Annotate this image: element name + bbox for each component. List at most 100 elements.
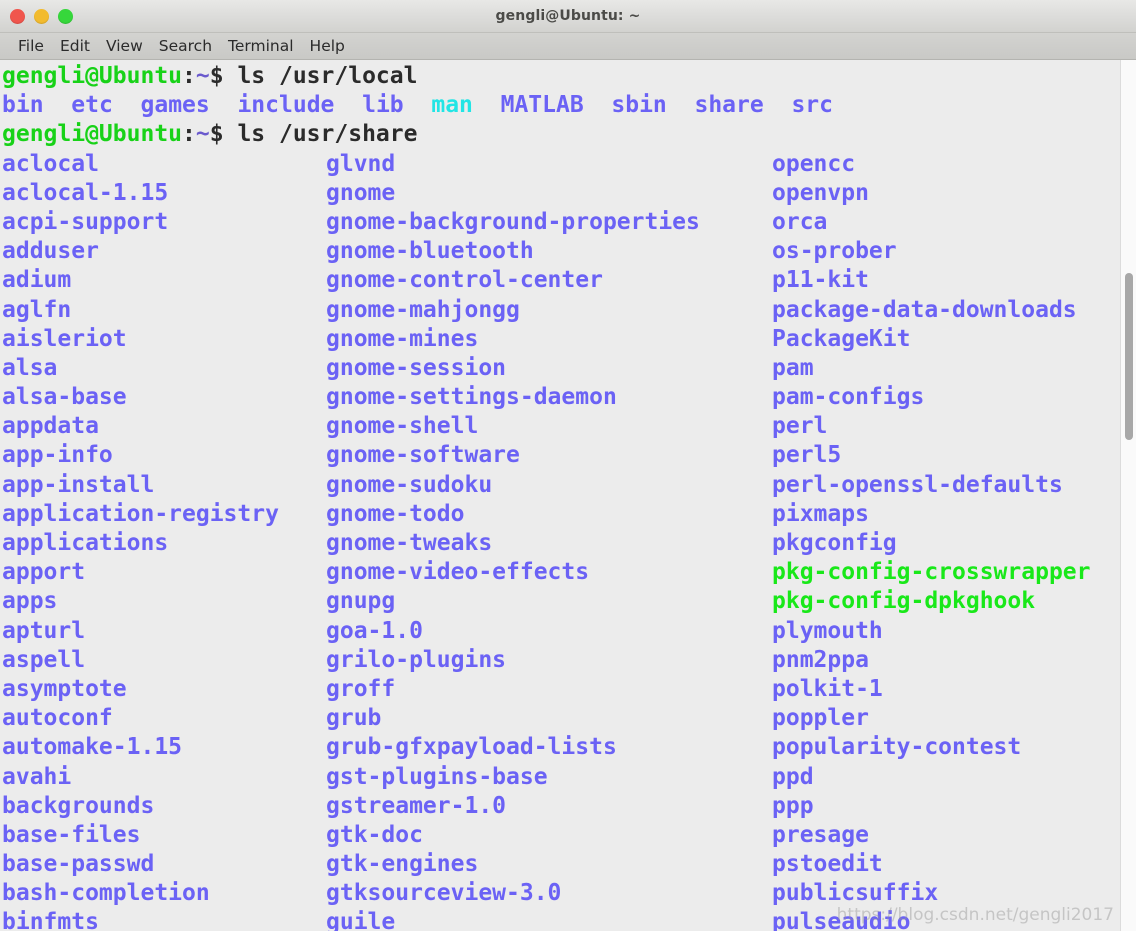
menu-item-edit[interactable]: Edit	[52, 33, 98, 59]
ls-entry: src	[791, 92, 833, 119]
ls-entry: acpi-support	[2, 208, 169, 235]
ls-entry: gnome	[326, 179, 396, 206]
ls-entry: perl	[772, 413, 828, 440]
ls-row: acpi-support gnome-background-properties o…	[2, 208, 1122, 237]
ls-entry: lib	[362, 92, 404, 119]
ls-entry: orca	[772, 208, 828, 235]
ls-entry: pnm2ppa	[772, 646, 869, 673]
prompt-dollar: $	[209, 63, 224, 89]
prompt-colon: :	[182, 63, 196, 89]
menu-item-file[interactable]: File	[10, 33, 52, 59]
ls-entry: aclocal-1.15	[2, 179, 169, 206]
ls-entry: app-install	[2, 471, 155, 498]
ls-entry: polkit-1	[772, 675, 883, 702]
ls-entry: pam-configs	[772, 384, 925, 411]
vertical-scrollbar[interactable]	[1120, 60, 1136, 931]
ls-entry: glvnd	[326, 150, 396, 177]
ls-row: apport gnome-video-effects pkg-config-cros…	[2, 558, 1122, 587]
ls-entry: grub	[326, 705, 382, 732]
ls-entry: apps	[2, 588, 58, 615]
prompt-user-host: gengli@Ubuntu	[2, 63, 183, 89]
ls-entry: base-passwd	[2, 851, 155, 878]
ls-entry: gnome-software	[326, 442, 520, 469]
ls-entry: gnome-mines	[326, 325, 479, 352]
ls-entry: pkg-config-dpkghook	[772, 588, 1036, 615]
menu-item-view[interactable]: View	[98, 33, 151, 59]
ls-entry-gap	[113, 92, 141, 118]
ls-entry: alsa-base	[2, 384, 127, 411]
ls-entry: binfmts	[2, 909, 99, 931]
ls-entry: gnome-tweaks	[326, 530, 493, 556]
ls-entry: apturl	[2, 617, 86, 644]
ls-entry: pulseaudio	[772, 909, 911, 931]
scrollbar-thumb[interactable]	[1125, 273, 1133, 440]
prompt-line-2: gengli@Ubuntu:~$ ls /usr/share	[2, 120, 1122, 149]
ls-entry: applications	[2, 530, 169, 556]
ls-row: aisleriot gnome-mines PackageKit	[2, 325, 1122, 354]
ls-row: aspell grilo-plugins pnm2ppa	[2, 646, 1122, 675]
ls-row: apps gnupg pkg-config-dpkghook	[2, 587, 1122, 616]
ls-entry: adduser	[2, 238, 99, 265]
prompt-line-1: gengli@Ubuntu:~$ ls /usr/local	[2, 62, 1122, 91]
ls-entry: base-files	[2, 821, 141, 848]
ls-entry-gap	[667, 92, 695, 118]
ls-entry: gnome-video-effects	[326, 559, 590, 586]
ls-entry-gap	[404, 92, 432, 118]
ls-entry: grub-gfxpayload-lists	[326, 734, 617, 761]
ls-row: bash-completion gtksourceview-3.0 publicsu…	[2, 879, 1122, 908]
menu-item-help[interactable]: Help	[302, 33, 353, 59]
ls-row: apturl goa-1.0 plymouth	[2, 617, 1122, 646]
ls-entry: p11-kit	[772, 267, 869, 294]
ls-entry: autoconf	[2, 705, 113, 732]
command-text-1: ls /usr/local	[223, 63, 418, 89]
ls-entry: bin	[2, 92, 44, 119]
ls-entry: aclocal	[2, 150, 99, 177]
terminal-window: gengli@Ubuntu: ~ File Edit View Search T…	[0, 0, 1136, 931]
ls-entry-gap	[334, 92, 362, 118]
ls-entry: groff	[326, 675, 396, 702]
ls-row: backgrounds gstreamer-1.0 ppp	[2, 792, 1122, 821]
ls-entry: app-info	[2, 442, 113, 469]
ls-entry: perl5	[772, 442, 842, 469]
ls-entry: share	[694, 92, 764, 119]
ls-entry-gap	[584, 92, 612, 118]
ls-local-output: bin etc games include lib man MATLAB sbi…	[2, 91, 1122, 120]
ls-entry: popularity-contest	[772, 734, 1022, 761]
ls-entry: ppd	[772, 763, 814, 790]
ls-row: applications gnome-tweaks pkgconfig	[2, 529, 1122, 558]
ls-entry: openvpn	[772, 179, 869, 206]
ls-entry: opencc	[772, 150, 856, 177]
ls-entry: perl-openssl-defaults	[772, 471, 1063, 498]
ls-share-output: aclocal glvnd opencc aclocal-1.15 gnome openv…	[2, 150, 1122, 931]
ls-entry: package-data-downloads	[772, 296, 1077, 323]
ls-entry: backgrounds	[2, 792, 155, 819]
ls-entry: appdata	[2, 413, 99, 440]
ls-row: avahi gst-plugins-base ppd	[2, 763, 1122, 792]
ls-row: app-info gnome-software perl5	[2, 441, 1122, 470]
prompt-tilde: ~	[195, 63, 210, 89]
ls-entry-gap	[764, 92, 792, 118]
ls-row: adduser gnome-bluetooth os-prober	[2, 237, 1122, 266]
ls-entry: MATLAB	[500, 92, 584, 119]
ls-row: base-passwd gtk-engines pstoedit	[2, 850, 1122, 879]
ls-entry: gnome-todo	[326, 500, 465, 527]
ls-entry: ppp	[772, 792, 814, 819]
ls-entry: sbin	[611, 92, 667, 119]
title-bar: gengli@Ubuntu: ~	[0, 0, 1136, 33]
ls-entry: poppler	[772, 705, 869, 732]
menu-item-terminal[interactable]: Terminal	[220, 33, 302, 59]
ls-entry: plymouth	[772, 617, 883, 644]
terminal-content: gengli@Ubuntu:~$ ls /usr/local bin etc g…	[2, 62, 1122, 931]
prompt-dollar: $	[209, 121, 224, 148]
ls-entry: gnome-shell	[326, 413, 479, 440]
ls-entry: games	[140, 92, 210, 119]
ls-entry: adium	[2, 267, 72, 294]
ls-entry: asymptote	[2, 675, 127, 702]
ls-row: aglfn gnome-mahjongg package-data-download…	[2, 296, 1122, 325]
ls-entry: aisleriot	[2, 325, 127, 352]
menu-item-search[interactable]: Search	[151, 33, 220, 59]
ls-entry: gstreamer-1.0	[326, 792, 507, 819]
ls-entry: pstoedit	[772, 851, 883, 878]
ls-row: automake-1.15 grub-gfxpayload-lists popula…	[2, 733, 1122, 762]
terminal-output-area[interactable]: gengli@Ubuntu:~$ ls /usr/local bin etc g…	[0, 60, 1136, 931]
